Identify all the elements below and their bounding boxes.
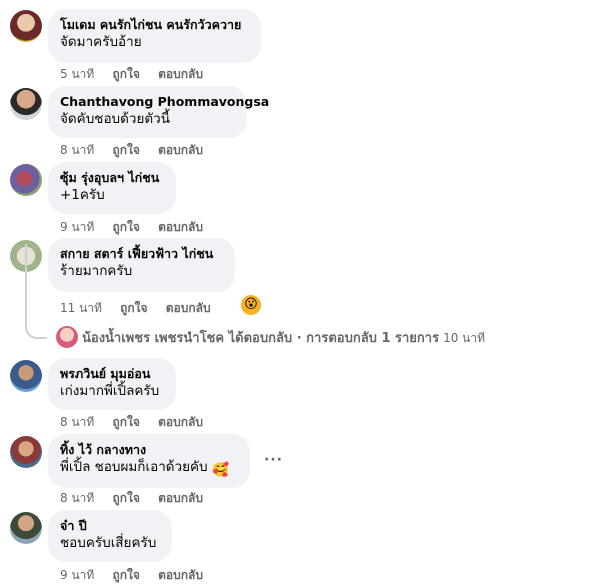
comment-author[interactable]: ทิ้ง ไว้ กลางทาง [60,441,238,458]
like-button[interactable]: ถูกใจ [113,568,140,582]
comment-time[interactable]: 8 นาที [60,491,94,505]
comment-bubble: ทิ้ง ไว้ กลางทาง พี่เปิ้ล ชอบผมก็เอาด้วย… [48,434,250,488]
comment-text: ชอบครับเสี่ยครับ [60,535,157,551]
comment-author[interactable]: ซุ้ม รุ่งอุบลฯ ไก่ชน [60,169,164,186]
avatar [56,326,78,348]
comment-actions: 5 นาที ถูกใจ ตอบกลับ [60,65,217,84]
reply-button[interactable]: ตอบกลับ [158,143,203,157]
like-button[interactable]: ถูกใจ [113,220,140,234]
comment-author[interactable]: สกาย สตาร์ เฟี้ยวฟ้าว ไก่ชน [60,245,223,262]
reply-button[interactable]: ตอบกลับ [166,301,211,315]
thread-connector-line [25,244,47,339]
comment-bubble: Chanthavong Phommavongsa จัดคับชอบด้วยตั… [48,86,269,138]
comment-bubble: พรภวินย์ มุมอ่อน เก่งมากพี่เปิ้ลครับ [48,358,176,410]
avatar[interactable] [10,436,42,468]
avatar[interactable] [10,10,42,42]
avatar[interactable] [10,360,42,392]
comment-actions: 8 นาที ถูกใจ ตอบกลับ [60,489,217,508]
comment-bubble: จ๋า ปี ชอบครับเสี่ยครับ [48,510,172,562]
like-button[interactable]: ถูกใจ [113,67,140,81]
comment-actions: 9 นาที ถูกใจ ตอบกลับ [60,218,217,237]
comment-text: จัดคับชอบด้วยตัวนี้ [60,111,170,127]
comment-text: ร้ายมากครับ [60,263,133,279]
reply-summary-text[interactable]: น้องน้ำเพชร เพชรนำโชค ได้ตอบกลับ · การตอ… [82,331,439,346]
comment-time[interactable]: 11 นาที [60,301,102,315]
comment-actions: 11 นาที ถูกใจ ตอบกลับ [60,299,225,318]
avatar[interactable] [10,512,42,544]
comment-bubble: ซุ้ม รุ่งอุบลฯ ไก่ชน +1ครับ [48,162,176,214]
smiling-face-hearts-icon: 🥰 [211,462,229,478]
more-options-icon[interactable]: ··· [264,452,283,468]
comment-author[interactable]: จ๋า ปี [60,517,160,534]
reply-button[interactable]: ตอบกลับ [158,491,203,505]
comment-text-body: พี่เปิ้ล ชอบผมก็เอาด้วยคับ [60,459,208,475]
comment-author[interactable]: โมเดม คนรักไก่ชน คนรักวัวควาย [60,16,249,33]
comment-text: เก่งมากพี่เปิ้ลครับ [60,383,160,399]
like-button[interactable]: ถูกใจ [113,415,140,429]
avatar[interactable] [10,164,42,196]
comment-time[interactable]: 9 นาที [60,568,94,582]
comment-time[interactable]: 9 นาที [60,220,94,234]
reply-button[interactable]: ตอบกลับ [158,415,203,429]
comment-time[interactable]: 8 นาที [60,415,94,429]
comment-actions: 8 นาที ถูกใจ ตอบกลับ [60,141,217,160]
comment-time[interactable]: 5 นาที [60,67,94,81]
comment-bubble: โมเดม คนรักไก่ชน คนรักวัวควาย จัดมาครับอ… [48,9,261,63]
reply-button[interactable]: ตอบกลับ [158,220,203,234]
comment-text: จัดมาครับอ้าย [60,34,142,50]
comment-author[interactable]: Chanthavong Phommavongsa [60,93,269,110]
like-button[interactable]: ถูกใจ [120,301,147,315]
reply-button[interactable]: ตอบกลับ [158,67,203,81]
avatar[interactable] [10,88,42,120]
comment-text: พี่เปิ้ล ชอบผมก็เอาด้วยคับ 🥰 [60,458,238,478]
like-button[interactable]: ถูกใจ [113,143,140,157]
reply-button[interactable]: ตอบกลับ [158,568,203,582]
wow-reaction-icon[interactable]: 😮 [241,295,261,315]
comment-author[interactable]: พรภวินย์ มุมอ่อน [60,365,164,382]
like-button[interactable]: ถูกใจ [113,491,140,505]
view-replies-link[interactable]: น้องน้ำเพชร เพชรนำโชค ได้ตอบกลับ · การตอ… [56,326,485,348]
comment-text: +1ครับ [60,187,105,203]
comment-time[interactable]: 8 นาที [60,143,94,157]
comment-actions: 8 นาที ถูกใจ ตอบกลับ [60,413,217,432]
reply-summary-time: 10 นาที [443,331,485,345]
comment-actions: 9 นาที ถูกใจ ตอบกลับ [60,566,217,585]
comment-bubble: สกาย สตาร์ เฟี้ยวฟ้าว ไก่ชน ร้ายมากครับ [48,238,235,292]
